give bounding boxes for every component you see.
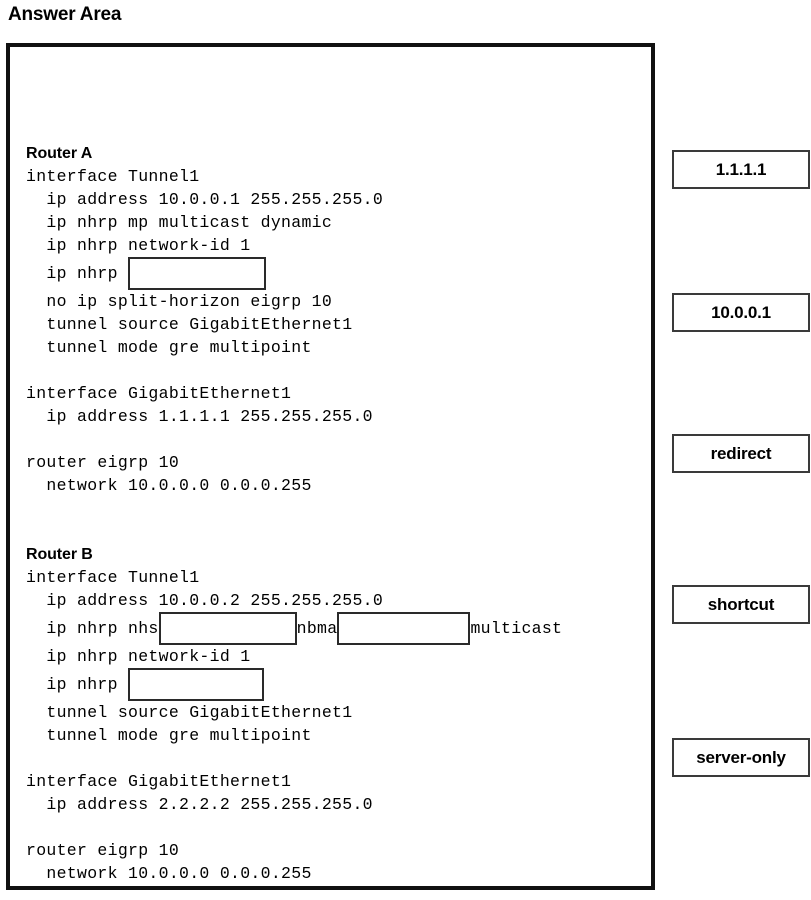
- config-line-text: ip nhrp: [26, 675, 129, 694]
- config-line: interface GigabitEthernet1: [26, 772, 292, 791]
- option-tile[interactable]: 10.0.0.1: [672, 293, 810, 332]
- config-line: tunnel mode gre multipoint: [26, 726, 312, 745]
- config-line-text: nbma: [296, 619, 338, 638]
- answer-drop-target[interactable]: [128, 257, 267, 290]
- config-line: ip address 10.0.0.2 255.255.255.0: [26, 591, 384, 610]
- answer-area-panel: Router A interface Tunnel1 ip address 10.…: [6, 43, 655, 890]
- answer-drop-target[interactable]: [128, 668, 265, 701]
- page-title: Answer Area: [8, 4, 122, 25]
- config-line: ip address 1.1.1.1 255.255.255.0: [26, 407, 373, 426]
- config-line: interface GigabitEthernet1: [26, 384, 292, 403]
- router-heading: Router A: [26, 145, 93, 162]
- config-line: tunnel source GigabitEthernet1: [26, 315, 353, 334]
- option-tile-list: 1.1.1.1 10.0.0.1 redirect shortcut server-on…: [672, 0, 811, 900]
- config-line: ip nhrp network-id 1: [26, 236, 251, 255]
- config-line: ip nhrp mp multicast dynamic: [26, 213, 333, 232]
- config-line: router eigrp 10: [26, 841, 180, 860]
- config-line: network 10.0.0.0 0.0.0.255: [26, 864, 312, 883]
- config-line-text: ip nhrp nhs: [26, 619, 159, 638]
- config-line: tunnel source GigabitEthernet1: [26, 703, 353, 722]
- config-line: no ip split-horizon eigrp 10: [26, 292, 333, 311]
- config-line: interface Tunnel1: [26, 167, 200, 186]
- answer-drop-target[interactable]: [337, 612, 471, 645]
- router-heading: Router B: [26, 546, 93, 563]
- config-line: ip address 2.2.2.2 255.255.255.0: [26, 795, 373, 814]
- config-line: interface Tunnel1: [26, 568, 200, 587]
- config-line-text: ip nhrp: [26, 264, 129, 283]
- config-line-with-drop-target: ip nhrp: [26, 257, 726, 290]
- option-tile[interactable]: redirect: [672, 434, 810, 473]
- answer-drop-target[interactable]: [158, 612, 297, 645]
- config-line: router eigrp 10: [26, 453, 180, 472]
- option-tile[interactable]: server-only: [672, 738, 810, 777]
- config-line-with-drop-target: ip nhrp nhs nbma multicast: [26, 612, 726, 645]
- option-tile[interactable]: 1.1.1.1: [672, 150, 810, 189]
- config-line: ip nhrp network-id 1: [26, 647, 251, 666]
- config-line-with-drop-target: ip nhrp: [26, 668, 726, 701]
- config-line-text: multicast: [470, 619, 563, 638]
- config-line: tunnel mode gre multipoint: [26, 338, 312, 357]
- config-line: network 10.0.0.0 0.0.0.255: [26, 476, 312, 495]
- config-line: ip address 10.0.0.1 255.255.255.0: [26, 190, 384, 209]
- option-tile[interactable]: shortcut: [672, 585, 810, 624]
- router-config-listing: Router A interface Tunnel1 ip address 10.…: [26, 73, 726, 885]
